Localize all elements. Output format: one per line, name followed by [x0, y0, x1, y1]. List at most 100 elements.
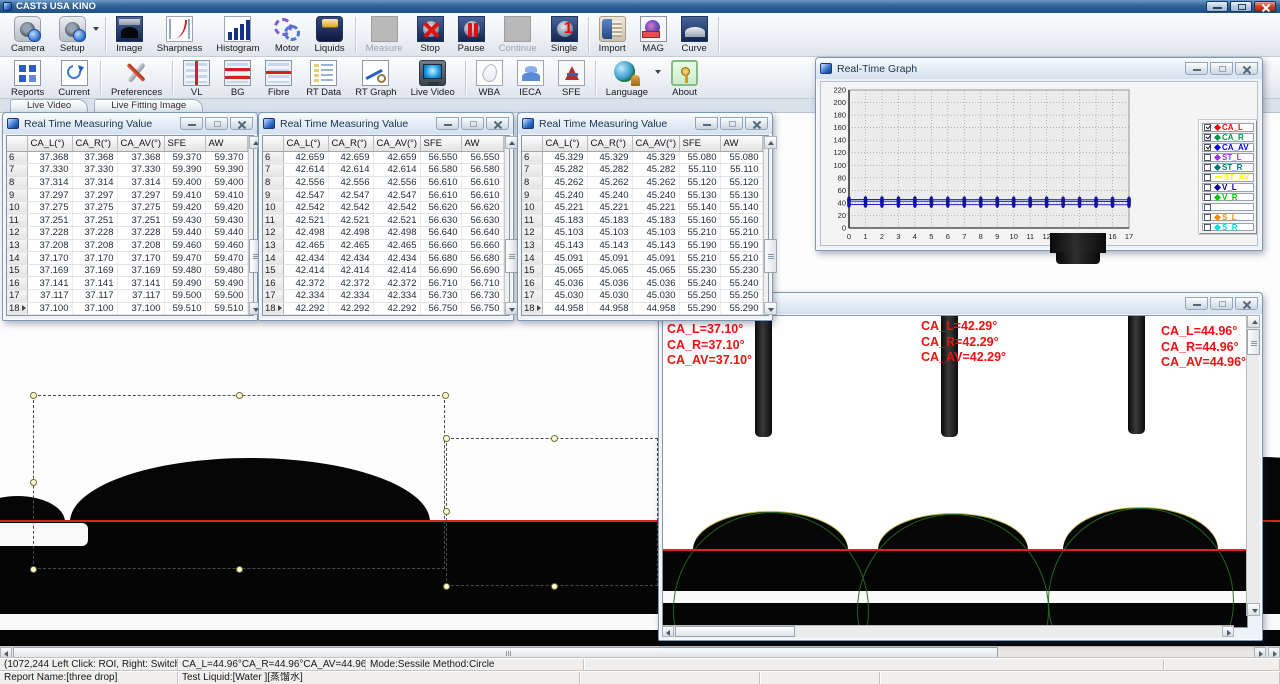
roi-handle[interactable]: [236, 566, 243, 573]
toolbar-button-about[interactable]: About: [664, 58, 705, 98]
table-row[interactable]: 842.55642.55642.55656.61056.610: [263, 176, 503, 189]
measuring-window-1[interactable]: Real Time Measuring ValueCA_L(°)CA_R(°)C…: [2, 112, 258, 321]
table-row[interactable]: 1437.17037.17037.17059.47059.470: [7, 252, 247, 265]
table-row[interactable]: 1337.20837.20837.20859.46059.460: [7, 239, 247, 252]
vertical-scrollbar[interactable]: [504, 136, 510, 315]
roi-rectangle[interactable]: [446, 438, 658, 586]
table-row[interactable]: 1045.22145.22145.22155.14055.140: [522, 201, 762, 214]
measuring-window-2[interactable]: Real Time Measuring ValueCA_L(°)CA_R(°)C…: [258, 112, 514, 321]
column-header[interactable]: SFE: [420, 136, 461, 151]
maximize-button[interactable]: [720, 117, 743, 130]
title-bar[interactable]: CAST3 USA KINO: [0, 0, 1280, 13]
table-row[interactable]: 737.33037.33037.33059.39059.390: [7, 164, 247, 177]
scroll-up-arrow[interactable]: [1247, 315, 1260, 328]
scroll-up-arrow[interactable]: [505, 136, 518, 149]
scrollbar-thumb[interactable]: [1247, 329, 1260, 355]
roi-rectangle[interactable]: [33, 395, 445, 569]
toolbar-button-ieca[interactable]: IECA: [510, 58, 551, 98]
table-row[interactable]: 1042.54242.54242.54256.62056.620: [263, 201, 503, 214]
chevron-down-icon[interactable]: [655, 70, 661, 74]
close-button[interactable]: [1254, 1, 1276, 12]
roi-handle[interactable]: [551, 583, 558, 590]
table-row[interactable]: 645.32945.32945.32955.08055.080: [522, 151, 762, 164]
table-row[interactable]: 1342.46542.46542.46556.66056.660: [263, 239, 503, 252]
legend-item-s-r[interactable]: S_R: [1202, 223, 1254, 232]
toolbar-button-mag[interactable]: MAG: [633, 14, 674, 56]
table-row[interactable]: 1345.14345.14345.14355.19055.190: [522, 239, 762, 252]
toolbar-button-continue[interactable]: Continue: [492, 14, 544, 56]
table-row[interactable]: 1242.49842.49842.49856.64056.640: [263, 227, 503, 240]
toolbar-button-preferences[interactable]: Preferences: [104, 58, 169, 98]
maximize-button[interactable]: [205, 117, 228, 130]
legend-checkbox[interactable]: [1204, 224, 1211, 231]
toolbar-button-curve[interactable]: Curve: [674, 14, 715, 56]
fitting-image-window[interactable]: CA_L=37.10°CA_R=37.10°CA_AV=37.10° CA_L=…: [658, 292, 1263, 641]
realtime-graph-window[interactable]: Real-Time Graph 020406080100120140160180…: [815, 57, 1263, 251]
column-header[interactable]: AW: [205, 136, 247, 151]
toolbar-button-rt-data[interactable]: RT Data: [299, 58, 348, 98]
roi-handle[interactable]: [443, 435, 450, 442]
table-row[interactable]: 1537.16937.16937.16959.48059.480: [7, 264, 247, 277]
scroll-right-arrow[interactable]: [1268, 647, 1280, 658]
column-header[interactable]: CA_R(°): [72, 136, 117, 151]
scroll-down-arrow[interactable]: [1247, 603, 1260, 616]
table-row[interactable]: 642.65942.65942.65956.55056.550: [263, 151, 503, 164]
minimize-button[interactable]: [695, 117, 718, 130]
table-row[interactable]: 1237.22837.22837.22859.44059.440: [7, 227, 247, 240]
table-row[interactable]: 1837.10037.10037.10059.51059.510: [7, 302, 247, 315]
tab-live-video[interactable]: Live Video: [10, 99, 88, 112]
fitting-image-view[interactable]: CA_L=37.10°CA_R=37.10°CA_AV=37.10° CA_L=…: [662, 315, 1248, 628]
scroll-right-arrow[interactable]: [1254, 647, 1266, 658]
legend-item-ca-l[interactable]: CA_L: [1202, 123, 1254, 132]
table-row[interactable]: 1745.03045.03045.03055.25055.250: [522, 290, 762, 303]
minimize-button[interactable]: [436, 117, 459, 130]
legend-item-ca-r[interactable]: CA_R: [1202, 133, 1254, 142]
legend-item-st-l[interactable]: ST_L: [1202, 153, 1254, 162]
roi-handle[interactable]: [236, 392, 243, 399]
column-header[interactable]: [263, 136, 283, 151]
maximize-button[interactable]: [461, 117, 484, 130]
table-row[interactable]: 1637.14137.14137.14159.49059.490: [7, 277, 247, 290]
close-button[interactable]: [230, 117, 253, 130]
toolbar-button-live-video[interactable]: Live Video: [404, 58, 462, 98]
roi-handle[interactable]: [443, 508, 450, 515]
close-button[interactable]: [1235, 297, 1258, 310]
legend-checkbox[interactable]: [1204, 134, 1211, 141]
column-header[interactable]: CA_AV(°): [117, 136, 164, 151]
column-header[interactable]: CA_AV(°): [632, 136, 679, 151]
scroll-right-arrow[interactable]: [1222, 626, 1234, 637]
roi-handle[interactable]: [30, 392, 37, 399]
table-row[interactable]: 1844.95844.95844.95855.29055.290: [522, 302, 762, 315]
table-row[interactable]: 1142.52142.52142.52156.63056.630: [263, 214, 503, 227]
toolbar-button-language[interactable]: Language: [599, 58, 655, 98]
scroll-left-arrow[interactable]: [0, 647, 12, 658]
table-row[interactable]: 1445.09145.09145.09155.21055.210: [522, 252, 762, 265]
chevron-down-icon[interactable]: [93, 27, 99, 31]
table-row[interactable]: 742.61442.61442.61456.58056.580: [263, 164, 503, 177]
roi-handle[interactable]: [30, 566, 37, 573]
scroll-down-arrow[interactable]: [764, 302, 777, 315]
toolbar-button-reports[interactable]: Reports: [4, 58, 51, 98]
measuring-window-titlebar[interactable]: Real Time Measuring Value: [518, 113, 772, 134]
legend-checkbox[interactable]: [1204, 184, 1211, 191]
table-row[interactable]: 837.31437.31437.31459.40059.400: [7, 176, 247, 189]
column-header[interactable]: SFE: [679, 136, 720, 151]
legend-item-v-r[interactable]: V_R: [1202, 193, 1254, 202]
maximize-button[interactable]: [1230, 1, 1252, 12]
toolbar-button-current[interactable]: Current: [51, 58, 97, 98]
legend-checkbox[interactable]: [1204, 194, 1211, 201]
legend-checkbox[interactable]: [1204, 154, 1211, 161]
legend-checkbox[interactable]: [1204, 164, 1211, 171]
table-row[interactable]: 1645.03645.03645.03655.24055.240: [522, 277, 762, 290]
table-row[interactable]: 942.54742.54742.54756.61056.610: [263, 189, 503, 202]
legend-checkbox[interactable]: [1204, 124, 1211, 131]
scrollbar-thumb[interactable]: [505, 239, 518, 273]
tab-live-fitting-image[interactable]: Live Fitting Image: [94, 99, 203, 112]
toolbar-button-sfe[interactable]: SFE: [551, 58, 592, 98]
toolbar-button-fibre[interactable]: Fibre: [258, 58, 299, 98]
toolbar-button-image[interactable]: Image: [109, 14, 150, 56]
scroll-up-arrow[interactable]: [764, 136, 777, 149]
table-row[interactable]: 1842.29242.29242.29256.75056.750: [263, 302, 503, 315]
toolbar-button-import[interactable]: Import: [592, 14, 633, 56]
table-row[interactable]: 845.26245.26245.26255.12055.120: [522, 176, 762, 189]
